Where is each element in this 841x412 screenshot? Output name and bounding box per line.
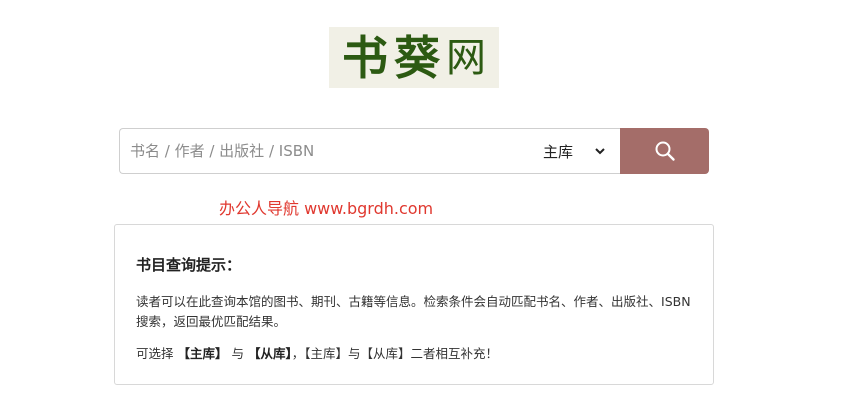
tips-note-suffix: ，【主库】与【从库】二者相互补充！ [291, 346, 498, 361]
search-button[interactable] [620, 128, 709, 174]
chevron-down-icon [595, 148, 605, 155]
page: 书 葵 网 主库 办公人导航 www.bgrdh.com 书目查询提示： 读者可… [0, 0, 841, 412]
tips-note: 可选择 【主库】 与 【从库】，【主库】与【从库】二者相互补充！ [136, 343, 498, 362]
tips-option-secondary: 【从库】 [247, 346, 292, 361]
site-logo[interactable]: 书 葵 网 [329, 27, 499, 88]
search-icon [655, 141, 675, 161]
library-select[interactable]: 主库 [531, 128, 620, 174]
tips-note-prefix: 可选择 [136, 346, 178, 361]
library-select-value: 主库 [543, 142, 574, 161]
search-tips-panel: 书目查询提示： 读者可以在此查询本馆的图书、期刊、古籍等信息。检索条件会自动匹配… [114, 224, 714, 385]
tips-note-and: 与 [227, 346, 248, 361]
tips-body: 读者可以在此查询本馆的图书、期刊、古籍等信息。检索条件会自动匹配书名、作者、出版… [136, 294, 691, 329]
search-bar: 主库 [119, 128, 709, 174]
logo-char-1: 书 [342, 30, 388, 85]
logo-char-2: 葵 [394, 30, 440, 85]
promo-link[interactable]: 办公人导航 www.bgrdh.com [219, 195, 433, 219]
tips-title: 书目查询提示： [136, 256, 242, 274]
logo-char-3: 网 [446, 34, 486, 81]
search-input[interactable] [119, 128, 531, 174]
tips-option-main: 【主库】 [177, 346, 228, 361]
